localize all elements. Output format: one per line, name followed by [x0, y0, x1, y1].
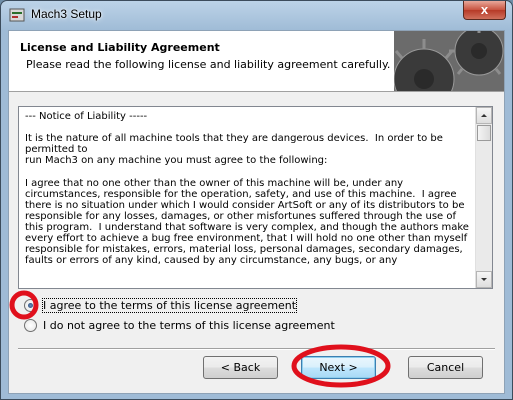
scroll-up-button[interactable] — [476, 107, 492, 124]
footer-divider — [18, 348, 495, 350]
close-icon: x — [480, 2, 489, 17]
wizard-header: License and Liability Agreement Please r… — [9, 31, 504, 92]
setup-window: Mach3 Setup x License and Liability Agre… — [0, 0, 513, 400]
scroll-up-icon — [481, 114, 487, 117]
disagree-label[interactable]: I do not agree to the terms of this lice… — [43, 319, 335, 332]
agree-radio[interactable] — [24, 299, 37, 312]
gears-image — [394, 31, 504, 91]
app-icon — [9, 8, 25, 22]
title-bar[interactable]: Mach3 Setup x — [1, 1, 512, 29]
back-button[interactable]: < Back — [203, 356, 278, 379]
next-button[interactable]: Next > — [301, 356, 376, 379]
cancel-button[interactable]: Cancel — [408, 356, 483, 379]
disagree-radio[interactable] — [24, 319, 37, 332]
scroll-down-icon — [481, 278, 487, 281]
scroll-down-button[interactable] — [476, 271, 492, 288]
close-button[interactable]: x — [463, 1, 506, 20]
page-subtitle: Please read the following license and li… — [26, 58, 391, 71]
agree-label[interactable]: I agree to the terms of this license agr… — [41, 298, 298, 313]
window-title: Mach3 Setup — [31, 7, 102, 21]
license-text: --- Notice of Liability ----- It is the … — [25, 111, 469, 267]
scroll-thumb[interactable] — [477, 125, 491, 141]
license-text-box[interactable]: --- Notice of Liability ----- It is the … — [18, 106, 493, 289]
vertical-scrollbar[interactable] — [475, 107, 492, 288]
page-title: License and Liability Agreement — [20, 41, 220, 54]
wizard-body: License and Liability Agreement Please r… — [8, 30, 505, 394]
